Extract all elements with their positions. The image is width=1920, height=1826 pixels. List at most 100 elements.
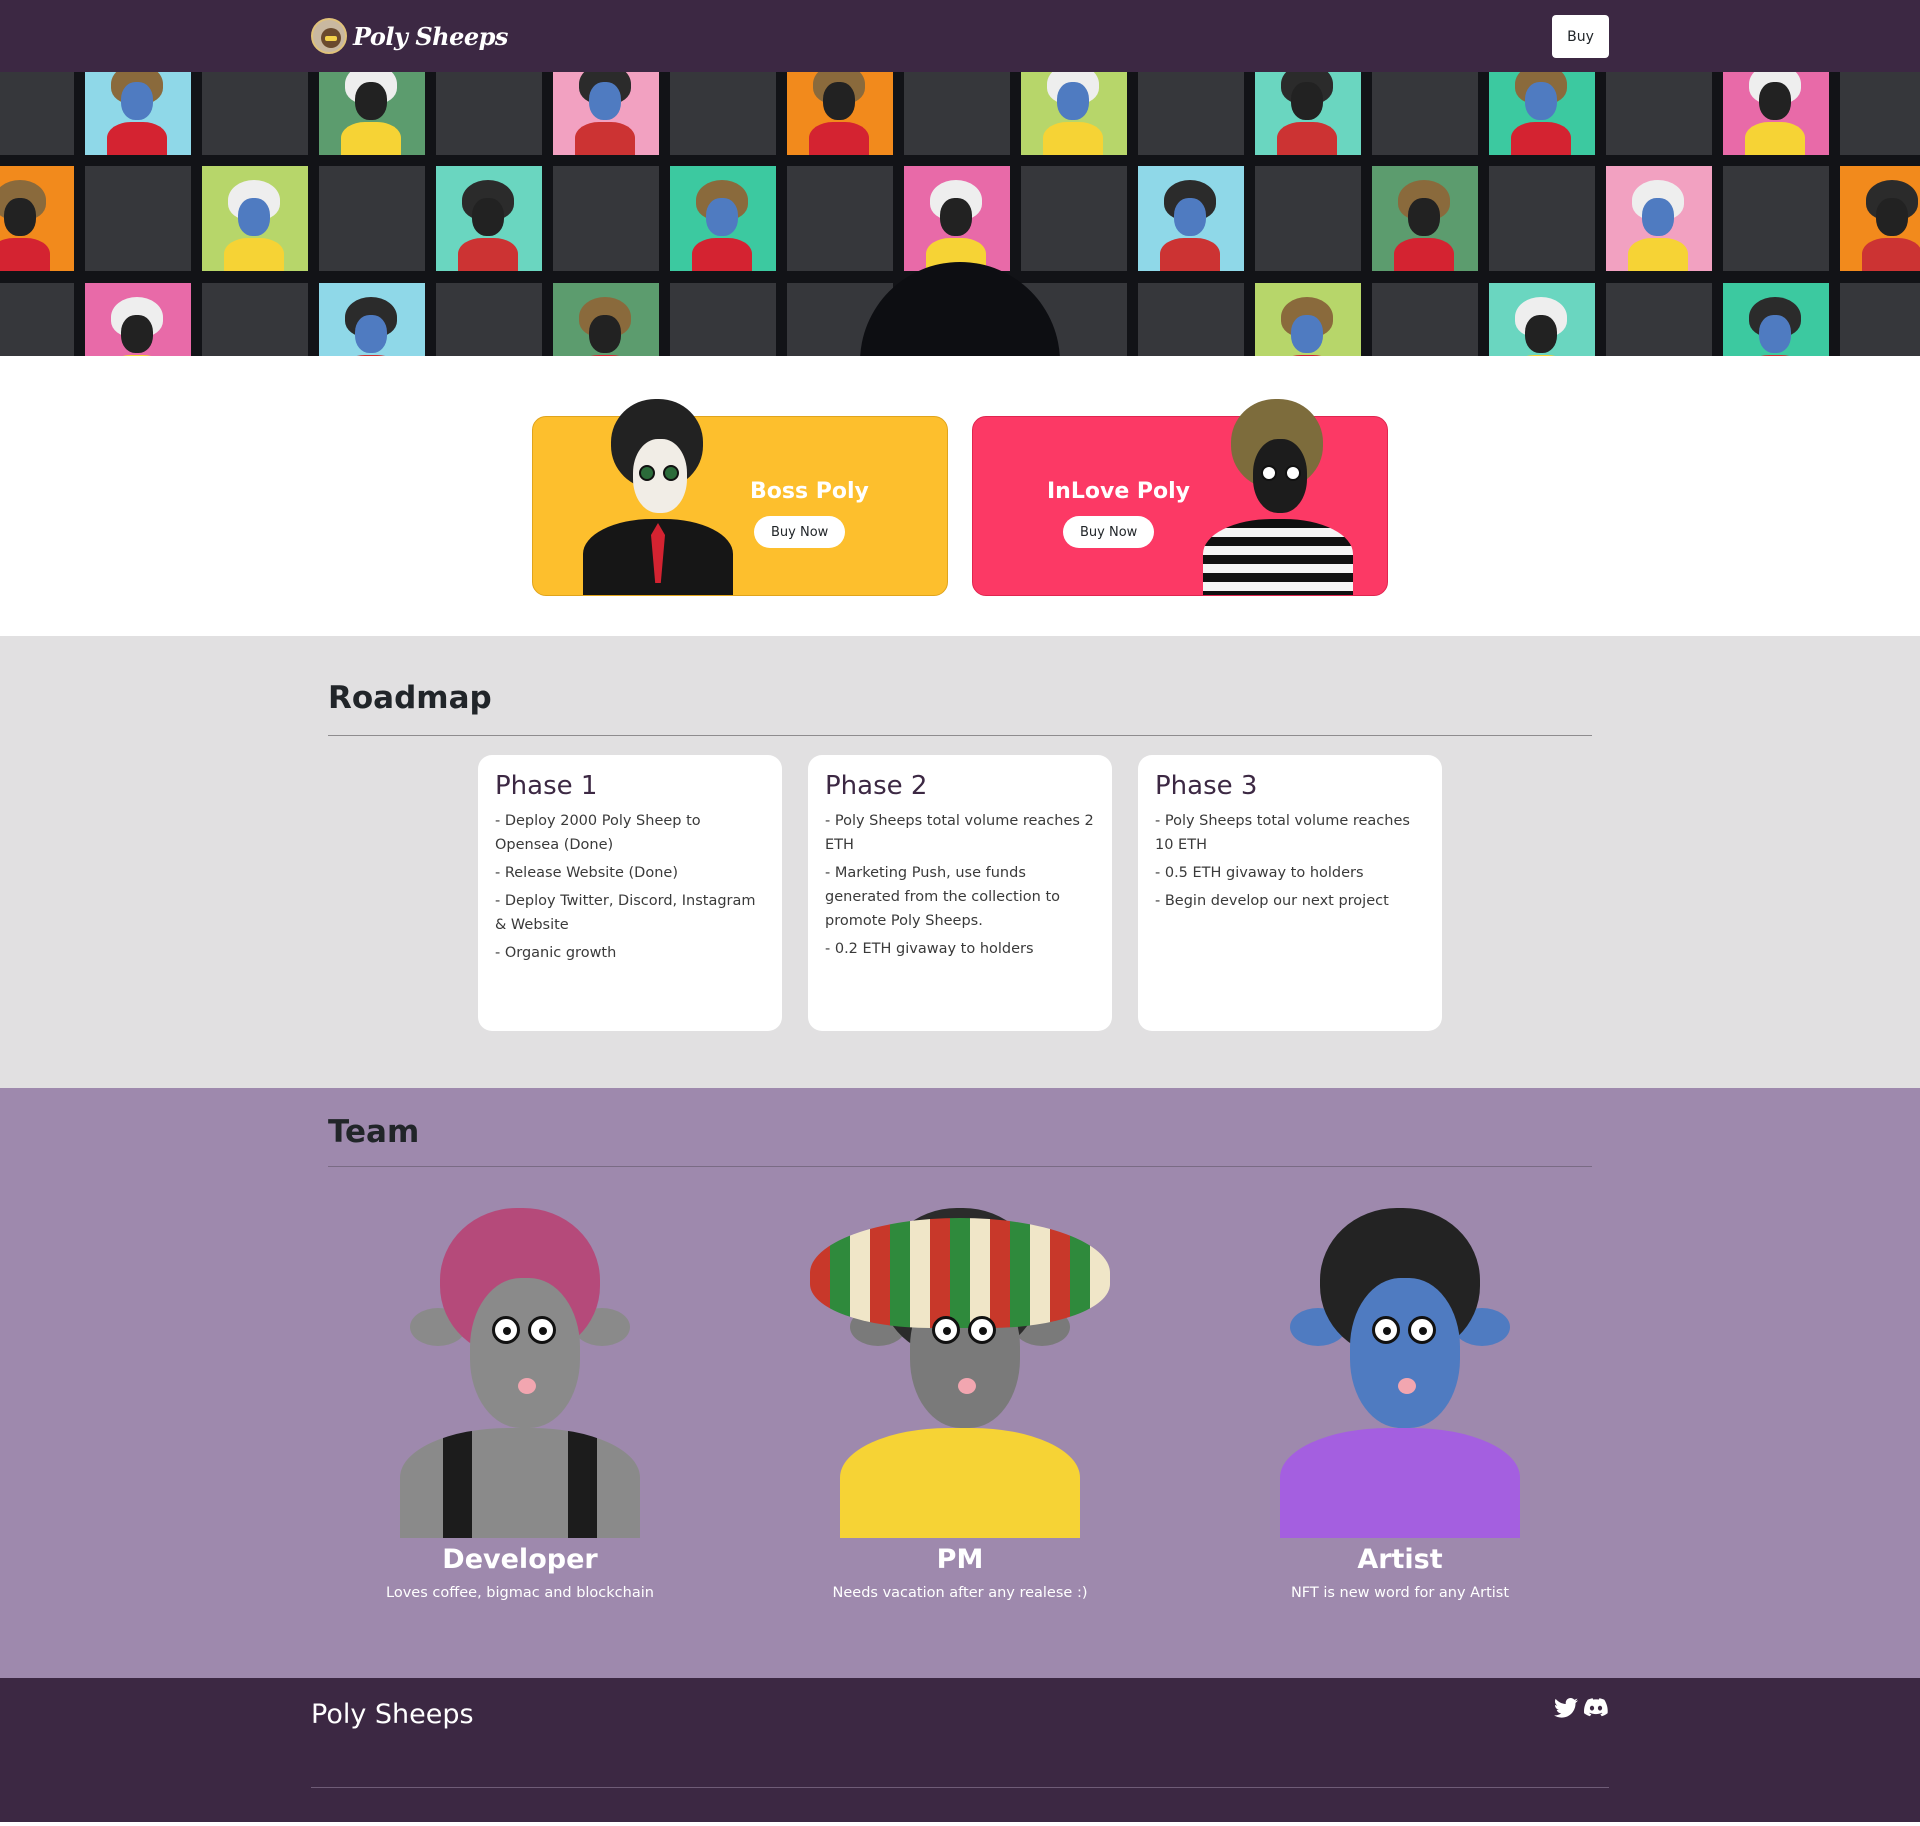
mosaic-tile xyxy=(1723,166,1829,271)
sheep-avatar-icon xyxy=(1511,297,1571,356)
mosaic-tile xyxy=(436,72,542,155)
member-bio: NFT is new word for any Artist xyxy=(1290,1585,1510,1601)
inlove-poly-title: InLove Poly xyxy=(1047,479,1191,504)
mosaic-tile xyxy=(319,166,425,271)
sheep-logo-icon xyxy=(311,18,347,54)
boss-poly-title: Boss Poly xyxy=(750,479,869,504)
inlove-sheep-illustration xyxy=(1203,399,1353,595)
sheep-avatar-icon xyxy=(1628,180,1688,271)
member-role: Developer xyxy=(442,1544,598,1575)
sheep-avatar-icon xyxy=(1043,72,1103,155)
mosaic-tile xyxy=(85,283,191,356)
sheep-avatar-icon xyxy=(575,72,635,155)
brand-link[interactable]: Poly Sheeps xyxy=(311,18,508,54)
sheep-avatar-icon xyxy=(1862,180,1920,271)
mosaic-tile xyxy=(319,283,425,356)
mosaic-tile xyxy=(1255,72,1361,155)
pm-avatar xyxy=(810,1208,1110,1538)
phase-card-3: Phase 3 - Poly Sheeps total volume reach… xyxy=(1138,755,1442,1031)
phase-title: Phase 1 xyxy=(495,771,598,801)
hero-sheep-mosaic xyxy=(0,72,1920,356)
boss-sheep-illustration xyxy=(583,399,733,595)
navbar: Poly Sheeps Buy xyxy=(0,0,1920,72)
inlove-poly-card: InLove Poly Buy Now xyxy=(972,399,1388,596)
mosaic-tile xyxy=(553,166,659,271)
mosaic-tile xyxy=(202,72,308,155)
team-member-developer: Developer Loves coffee, bigmac and block… xyxy=(340,1208,700,1601)
mosaic-tile xyxy=(1606,72,1712,155)
sheep-avatar-icon xyxy=(1277,297,1337,356)
mosaic-tile xyxy=(1840,166,1920,271)
roadmap-title: Roadmap xyxy=(328,680,492,716)
mosaic-tile xyxy=(1138,72,1244,155)
member-role: Artist xyxy=(1357,1544,1443,1575)
footer: Poly Sheeps xyxy=(0,1678,1920,1822)
mosaic-tile xyxy=(202,283,308,356)
mosaic-tile xyxy=(1255,283,1361,356)
phase-card-2: Phase 2 - Poly Sheeps total volume reach… xyxy=(808,755,1112,1031)
footer-divider xyxy=(311,1787,1609,1788)
mosaic-tile xyxy=(1840,283,1920,356)
mosaic-tile xyxy=(0,166,74,271)
artist-avatar xyxy=(1250,1208,1550,1538)
team-divider xyxy=(328,1166,1592,1167)
mosaic-tile xyxy=(1255,166,1361,271)
inlove-poly-buy-button[interactable]: Buy Now xyxy=(1063,516,1155,548)
developer-avatar xyxy=(370,1208,670,1538)
mosaic-tile xyxy=(85,72,191,155)
phase-title: Phase 2 xyxy=(825,771,928,801)
discord-icon[interactable] xyxy=(1584,1698,1608,1718)
phase-item: - Poly Sheeps total volume reaches 10 ET… xyxy=(1155,813,1410,853)
mosaic-tile xyxy=(787,72,893,155)
mosaic-tile xyxy=(670,166,776,271)
mosaic-tile xyxy=(553,72,659,155)
phase-item: - Organic growth xyxy=(495,945,617,961)
roadmap-divider xyxy=(328,735,1592,736)
team-section: Team Developer Loves coffee, bigmac and … xyxy=(0,1088,1920,1678)
mosaic-tile xyxy=(1372,166,1478,271)
mosaic-tile xyxy=(670,283,776,356)
mosaic-tile xyxy=(553,283,659,356)
sheep-avatar-icon xyxy=(224,180,284,271)
mosaic-tile xyxy=(1372,283,1478,356)
sombrero-icon xyxy=(810,1218,1110,1328)
mosaic-tile xyxy=(1489,72,1595,155)
mosaic-tile xyxy=(1138,283,1244,356)
team-member-pm: PM Needs vacation after any realese :) xyxy=(780,1208,1140,1601)
member-bio: Loves coffee, bigmac and blockchain xyxy=(386,1585,654,1601)
mosaic-tile xyxy=(1138,166,1244,271)
nav-buy-button[interactable]: Buy xyxy=(1552,15,1609,58)
sheep-avatar-icon xyxy=(1277,72,1337,155)
mosaic-tile xyxy=(0,72,74,155)
boss-poly-card: Boss Poly Buy Now xyxy=(532,399,948,596)
roadmap-section: Roadmap Phase 1 - Deploy 2000 Poly Sheep… xyxy=(0,636,1920,1088)
sheep-avatar-icon xyxy=(458,180,518,271)
mosaic-tile xyxy=(0,283,74,356)
phase-title: Phase 3 xyxy=(1155,771,1258,801)
mosaic-tile xyxy=(1606,283,1712,356)
member-bio: Needs vacation after any realese :) xyxy=(832,1585,1088,1601)
phase-item: - 0.5 ETH givaway to holders xyxy=(1155,865,1364,881)
boss-poly-buy-button[interactable]: Buy Now xyxy=(754,516,846,548)
mosaic-tile xyxy=(319,72,425,155)
phase-item: - Marketing Push, use funds generated fr… xyxy=(825,865,1060,929)
twitter-icon[interactable] xyxy=(1554,1698,1578,1718)
mosaic-tile xyxy=(436,283,542,356)
sheep-avatar-icon xyxy=(809,72,869,155)
phase-item: - Deploy 2000 Poly Sheep to Opensea (Don… xyxy=(495,813,701,853)
buy-cards-section: Boss Poly Buy Now InLove Poly Buy Now xyxy=(0,356,1920,636)
phase-item: - Begin develop our next project xyxy=(1155,893,1389,909)
mosaic-tile xyxy=(904,72,1010,155)
phase-item: - Deploy Twitter, Discord, Instagram & W… xyxy=(495,893,756,933)
sheep-avatar-icon xyxy=(1511,72,1571,155)
mosaic-tile xyxy=(1840,72,1920,155)
sheep-avatar-icon xyxy=(107,297,167,356)
mosaic-tile xyxy=(1372,72,1478,155)
mosaic-tile xyxy=(85,166,191,271)
team-title: Team xyxy=(328,1114,420,1150)
brand-name: Poly Sheeps xyxy=(353,21,508,51)
phase-item: - Poly Sheeps total volume reaches 2 ETH xyxy=(825,813,1094,853)
mosaic-tile xyxy=(1723,72,1829,155)
mosaic-tile xyxy=(904,166,1010,271)
team-member-artist: Artist NFT is new word for any Artist xyxy=(1220,1208,1580,1601)
